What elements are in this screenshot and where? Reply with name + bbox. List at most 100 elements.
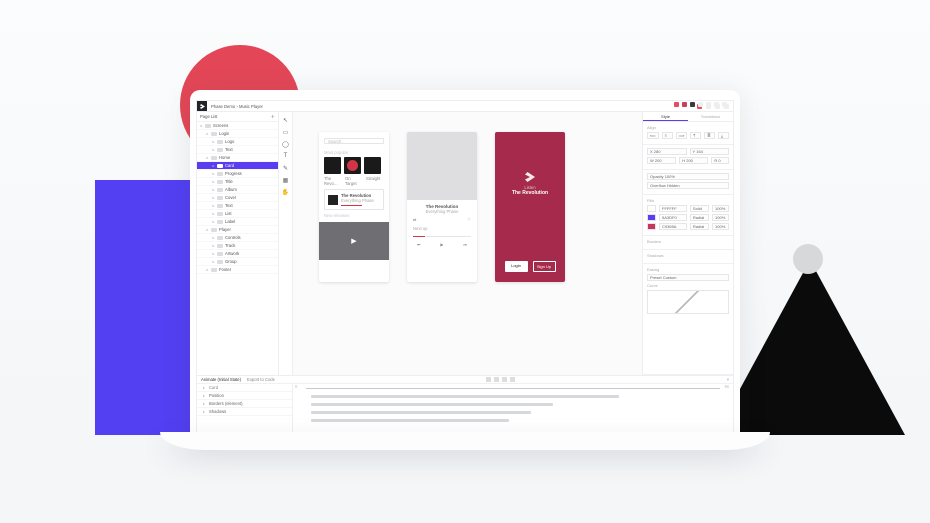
r-field[interactable]: R 0 <box>711 157 729 164</box>
x-field[interactable]: X 280 <box>647 148 687 155</box>
progress-bar[interactable] <box>341 205 362 206</box>
tl-next-icon[interactable] <box>502 377 507 382</box>
chevron-icon[interactable]: ▸ <box>212 235 215 240</box>
timeline-track[interactable]: ▸Position <box>197 392 292 400</box>
fill-mode[interactable]: Solid <box>690 205 709 212</box>
album-thumb[interactable] <box>344 157 361 174</box>
tab-transitions[interactable]: Transitions <box>688 112 733 121</box>
chevron-icon[interactable]: ▸ <box>212 187 215 192</box>
album-thumb[interactable] <box>324 157 341 174</box>
layer-item[interactable]: ▸Album <box>197 186 278 194</box>
fill-swatch[interactable] <box>647 205 656 212</box>
timeline-tab-code[interactable]: Export to Code <box>247 377 275 382</box>
layer-item[interactable]: ▸Text <box>197 146 278 154</box>
layer-item[interactable]: ▸Label <box>197 218 278 226</box>
timeline-track-header[interactable]: ▸Card <box>197 384 292 392</box>
tool-color-a-icon[interactable] <box>674 102 679 107</box>
layer-item[interactable]: ▸Footer <box>197 266 278 274</box>
align-right-icon[interactable]: ⟹ <box>676 132 688 139</box>
layer-item[interactable]: ▸Card <box>197 162 278 170</box>
canvas[interactable]: Search Most popular The Revo… On Target … <box>293 112 643 375</box>
chevron-icon[interactable]: ▸ <box>212 147 215 152</box>
play-preview-icon[interactable] <box>714 102 719 107</box>
align-left-icon[interactable]: ⟸ <box>647 132 659 139</box>
align-middle-icon[interactable]: ≣ <box>704 132 715 139</box>
fill-hex[interactable]: FFFFFF <box>659 205 687 212</box>
rectangle-tool-icon[interactable]: ▭ <box>282 128 290 136</box>
hand-tool-icon[interactable]: ✋ <box>282 188 290 196</box>
chevron-icon[interactable]: ▸ <box>212 259 215 264</box>
tool-color-c-icon[interactable] <box>690 102 695 107</box>
settings-icon[interactable] <box>722 102 727 107</box>
fill-pct[interactable]: 100% <box>712 205 729 212</box>
chevron-icon[interactable]: ▸ <box>206 267 209 272</box>
next-track-icon[interactable]: ⏭ <box>463 242 467 247</box>
pointer-tool-icon[interactable]: ↖ <box>282 116 290 124</box>
chevron-icon[interactable]: ▸ <box>212 179 215 184</box>
timeline-tracks-area[interactable]: 0 5s <box>293 384 733 433</box>
chevron-icon[interactable]: ▸ <box>206 155 209 160</box>
layer-item[interactable]: ▸Track <box>197 242 278 250</box>
shuffle-icon[interactable]: ⇄ <box>413 217 417 222</box>
chevron-icon[interactable]: ▸ <box>212 171 215 176</box>
breadcrumb-file[interactable]: Music Player <box>239 104 263 109</box>
like-icon[interactable]: ♡ <box>467 217 471 222</box>
chevron-icon[interactable]: ▸ <box>212 195 215 200</box>
chevron-icon[interactable]: ▸ <box>212 251 215 256</box>
tl-play-icon[interactable] <box>494 377 499 382</box>
chevron-icon[interactable]: ▸ <box>212 163 215 168</box>
chevron-icon[interactable]: ▸ <box>212 139 215 144</box>
y-field[interactable]: Y 164 <box>690 148 730 155</box>
fill-swatch[interactable] <box>647 223 656 230</box>
timeline-track[interactable]: ▸Shadows <box>197 408 292 416</box>
chevron-icon[interactable]: ▸ <box>212 219 215 224</box>
layer-item[interactable]: ▸Title <box>197 178 278 186</box>
add-page-icon[interactable]: ＋ <box>271 114 275 120</box>
w-field[interactable]: W 200 <box>647 157 676 164</box>
breadcrumb-project[interactable]: Phase Demo <box>211 104 235 109</box>
timeline-track[interactable]: ▸Borders (element) <box>197 400 292 408</box>
chevron-icon[interactable]: ▸ <box>206 227 209 232</box>
pen-tool-icon[interactable]: ✎ <box>282 164 290 172</box>
fill-mode[interactable]: Radial <box>690 223 709 230</box>
ellipse-tool-icon[interactable]: ◯ <box>282 140 290 148</box>
artboard-home[interactable]: Search Most popular The Revo… On Target … <box>319 132 389 282</box>
fill-mode[interactable]: Radial <box>690 214 709 221</box>
fill-hex[interactable]: 5A3DF0 <box>659 214 687 221</box>
chevron-icon[interactable]: ▸ <box>206 131 209 136</box>
layer-item[interactable]: ▸Progress <box>197 170 278 178</box>
chevron-icon[interactable]: ▸ <box>200 123 203 128</box>
layer-item[interactable]: ▸Artwork <box>197 250 278 258</box>
layer-item[interactable]: ▸Home <box>197 154 278 162</box>
layer-item[interactable]: ▸Logo <box>197 138 278 146</box>
fill-pct[interactable]: 100% <box>712 223 729 230</box>
play-icon[interactable]: ▶ <box>440 242 443 247</box>
layer-item[interactable]: ▸Screens <box>197 122 278 130</box>
signup-button[interactable]: Sign Up <box>533 261 556 272</box>
fill-pct[interactable]: 100% <box>712 214 729 221</box>
breadcrumb[interactable]: Phase Demo › Music Player <box>211 104 697 109</box>
align-bottom-icon[interactable]: ⤓ <box>718 132 729 139</box>
tab-style[interactable]: Style <box>643 112 688 121</box>
layer-item[interactable]: ▸Player <box>197 226 278 234</box>
opacity-field[interactable]: Opacity 100% <box>647 173 729 180</box>
artboard-login[interactable]: Listen The Revolution Login Sign Up <box>495 132 565 282</box>
layer-item[interactable]: ▸Cover <box>197 194 278 202</box>
search-input[interactable]: Search <box>324 138 384 144</box>
layer-item[interactable]: ▸Group <box>197 258 278 266</box>
image-tool-icon[interactable]: ▦ <box>282 176 290 184</box>
artboard-player[interactable]: The Revolution Everything Phase ⇄ ♡ Next… <box>407 132 477 282</box>
tl-prev-icon[interactable] <box>486 377 491 382</box>
text-tool-icon[interactable]: T <box>282 152 290 160</box>
login-button[interactable]: Login <box>505 261 528 272</box>
tool-color-b-icon[interactable] <box>682 102 687 107</box>
chevron-icon[interactable]: ▸ <box>212 203 215 208</box>
chevron-icon[interactable]: ▸ <box>212 211 215 216</box>
layer-item[interactable]: ▸Login <box>197 130 278 138</box>
layer-item[interactable]: ▸Text <box>197 202 278 210</box>
fill-hex[interactable]: C9365A <box>659 223 687 230</box>
prev-track-icon[interactable]: ⏮ <box>417 242 421 247</box>
align-top-icon[interactable]: ⤒ <box>690 132 701 139</box>
now-playing-card[interactable]: The Revolution Everything Phase <box>324 189 384 210</box>
overflow-field[interactable]: Overflow Hidden <box>647 182 729 189</box>
